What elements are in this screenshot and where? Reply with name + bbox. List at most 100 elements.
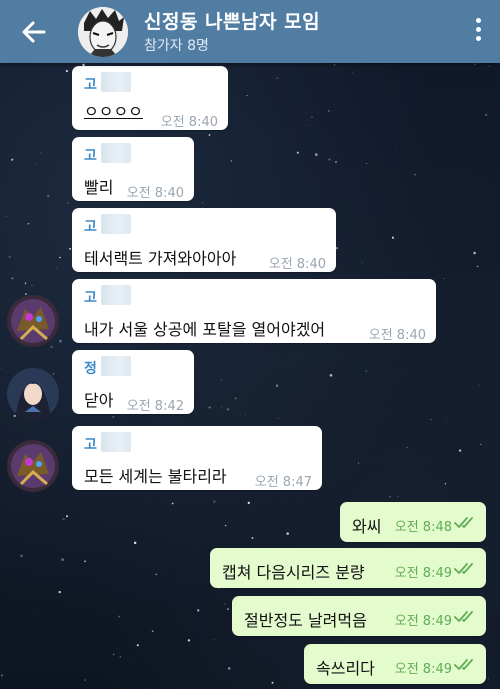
star [329,374,333,377]
outgoing-message[interactable]: 캡쳐 다음시리즈 분량 오전 8:49 [210,548,486,588]
star [62,517,65,521]
star [328,158,331,161]
star [247,501,250,505]
star [224,603,226,605]
star [197,609,200,612]
message-text: 닫아 [84,391,114,410]
star [334,64,336,66]
star [225,524,227,527]
star [230,160,233,162]
back-arrow-icon [22,21,46,43]
star [351,71,353,73]
star [119,656,121,658]
star [25,293,27,295]
message-time: 오전 8:40 [368,328,426,343]
outgoing-message[interactable]: 와씨 오전 8:48 [340,502,486,542]
incoming-message[interactable]: 고 테서랙트 가져와아아아 오전 8:40 [72,208,336,272]
outgoing-message[interactable]: 절반정도 날려먹음 오전 8:49 [232,596,486,636]
star [52,373,55,375]
star [277,417,279,419]
group-avatar[interactable] [78,7,128,57]
blurred-name [101,72,131,92]
star [133,541,137,545]
star [20,554,23,558]
message-text: 모든 세계는 불타리라 [84,467,227,486]
star [118,615,121,618]
star [59,256,61,259]
incoming-message[interactable]: 고 ㅇㅇㅇㅇ 오전 8:40 [72,66,228,130]
sender-name: 고 [84,77,97,93]
message-text: 와씨 [352,517,382,536]
star [201,201,204,204]
double-check-icon [454,517,473,528]
message-text: 내가 서울 상공에 포탈을 열어야겠어 [84,320,326,339]
star [414,174,416,176]
back-button[interactable] [14,12,54,52]
message-time: 오전 8:40 [160,115,218,130]
message-time: 오전 8:47 [254,475,312,490]
message-text: 절반정도 날려먹음 [244,611,367,630]
star [34,163,36,165]
star [251,536,254,539]
star [112,416,115,418]
star [389,496,391,498]
sender-avatar[interactable] [7,295,59,347]
sender-name: 정 [84,361,97,377]
star [221,406,222,408]
incoming-message[interactable]: 고 내가 서울 상공에 포탈을 열어야겠어 오전 8:40 [72,279,436,343]
star [446,418,448,420]
star [0,674,3,677]
star [487,678,490,680]
message-text: ㅇㅇㅇㅇ [84,102,143,121]
blurred-name [101,356,131,376]
star [151,630,154,633]
star [213,500,216,503]
message-time: 오전 8:49 [394,662,452,677]
sender-avatar[interactable] [7,440,59,492]
star [394,148,396,149]
incoming-message[interactable]: 고 빨리 오전 8:40 [72,137,194,201]
star [406,446,409,449]
double-check-icon [454,611,473,622]
blurred-name [101,285,131,305]
star [397,496,399,497]
outgoing-message[interactable]: 속쓰리다 오전 8:49 [304,644,486,684]
star [480,443,482,446]
star [443,278,445,280]
star [430,418,432,421]
blurred-name [101,143,131,163]
star [214,638,216,640]
star [208,406,211,409]
message-time: 오전 8:48 [394,520,452,535]
star [65,69,69,73]
incoming-message[interactable]: 고 모든 세계는 불타리라 오전 8:47 [72,426,322,490]
star [61,558,64,561]
incoming-message[interactable]: 정 닫아 오전 8:42 [72,350,194,414]
star [362,262,363,264]
star [286,532,290,535]
star [55,267,57,269]
star [113,653,115,656]
sender-name: 고 [84,148,97,164]
message-time: 오전 8:40 [126,186,184,201]
star [391,236,394,239]
star [208,134,211,136]
star [473,251,476,255]
star [271,681,274,684]
star [227,608,230,611]
participant-count: 참가자 8명 [144,38,209,54]
star [474,63,476,65]
star [221,379,222,381]
star [309,124,311,126]
star [489,65,490,67]
star [365,370,367,372]
blurred-name [101,432,131,452]
star [40,152,42,154]
more-menu-button[interactable] [470,18,486,46]
star [311,116,313,118]
star [84,560,86,563]
message-text: 캡쳐 다음시리즈 분량 [222,563,365,582]
chat-title[interactable]: 신정동 나쁜남자 모임 [144,7,320,34]
star [136,644,139,647]
sender-avatar[interactable] [7,368,59,420]
